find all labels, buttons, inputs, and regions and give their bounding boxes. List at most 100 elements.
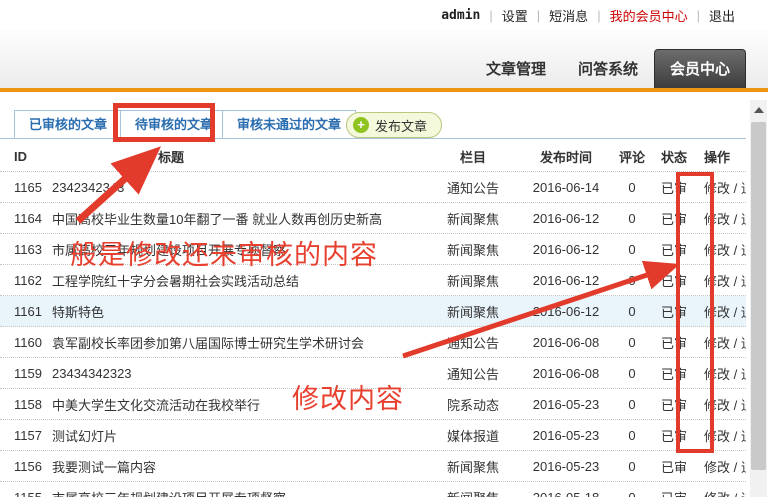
- table-row: 1165 2342342343 通知公告 2016-06-14 0 已审 修改 …: [0, 172, 746, 203]
- article-comments: 0: [614, 459, 650, 474]
- article-status: 已审: [650, 457, 698, 476]
- ops-separator: /: [730, 274, 741, 289]
- article-category: 通知公告: [428, 333, 518, 352]
- append-link[interactable]: 追加: [741, 336, 746, 351]
- article-category: 新闻聚焦: [428, 488, 518, 497]
- scroll-up-button[interactable]: [750, 100, 767, 120]
- append-link[interactable]: 追加: [741, 274, 746, 289]
- site-header: 文章管理问答系统会员中心: [0, 30, 768, 92]
- article-category: 新闻聚焦: [428, 457, 518, 476]
- account-bar-link[interactable]: 设置: [493, 6, 537, 25]
- col-header-ops: 操作: [698, 147, 746, 166]
- append-link[interactable]: 追加: [741, 367, 746, 382]
- col-header-comments: 评论: [614, 147, 650, 166]
- article-id: 1165: [0, 180, 48, 195]
- annotation-note-pending: 般是修改还未审核的内容: [70, 233, 378, 272]
- nav-item[interactable]: 会员中心: [654, 49, 746, 88]
- article-category: 新闻聚焦: [428, 209, 518, 228]
- ops-separator: /: [730, 367, 741, 382]
- table-row: 1157 测试幻灯片 媒体报道 2016-05-23 0 已审 修改 / 追加: [0, 420, 746, 451]
- ops-separator: /: [730, 460, 741, 475]
- article-title[interactable]: 中国高校毕业生数量10年翻了一番 就业人数再创历史新高: [48, 209, 428, 228]
- article-date: 2016-06-12: [518, 273, 614, 288]
- scrollbar-thumb[interactable]: [751, 122, 766, 470]
- nav-item[interactable]: 文章管理: [470, 50, 562, 88]
- table-row: 1155 市属高校三年规划建设项目开展专项督察 新闻聚焦 2016-05-18 …: [0, 482, 746, 497]
- vertical-scrollbar[interactable]: [750, 100, 767, 497]
- article-comments: 0: [614, 428, 650, 443]
- article-id: 1160: [0, 335, 48, 350]
- article-id: 1158: [0, 397, 48, 412]
- article-date: 2016-06-14: [518, 180, 614, 195]
- article-title[interactable]: 测试幻灯片: [48, 426, 428, 445]
- nav-item[interactable]: 问答系统: [562, 50, 654, 88]
- edit-link[interactable]: 修改: [704, 491, 730, 497]
- append-link[interactable]: 追加: [741, 212, 746, 227]
- article-comments: 0: [614, 211, 650, 226]
- ops-separator: /: [730, 491, 741, 497]
- account-bar-link[interactable]: 退出: [700, 6, 744, 25]
- annotation-box-pending-tab: [113, 103, 215, 142]
- article-comments: 0: [614, 180, 650, 195]
- article-date: 2016-05-23: [518, 428, 614, 443]
- tab-rejected-articles[interactable]: 审核未通过的文章: [222, 110, 356, 139]
- ops-separator: /: [730, 181, 741, 196]
- article-id: 1162: [0, 273, 48, 288]
- article-title[interactable]: 特斯特色: [48, 302, 428, 321]
- article-comments: 0: [614, 304, 650, 319]
- article-ops: 修改 / 追加: [698, 488, 746, 497]
- article-category: 通知公告: [428, 364, 518, 383]
- account-bar-link[interactable]: 短消息: [540, 6, 597, 25]
- article-id: 1159: [0, 366, 48, 381]
- article-id: 1156: [0, 459, 48, 474]
- article-title[interactable]: 工程学院红十字分会暑期社会实践活动总结: [48, 271, 428, 290]
- member-center-page: admin|设置|短消息|我的会员中心|退出 文章管理问答系统会员中心 已审核的…: [0, 0, 768, 497]
- col-header-status: 状态: [650, 147, 698, 166]
- append-link[interactable]: 追加: [741, 398, 746, 413]
- edit-link[interactable]: 修改: [704, 460, 730, 475]
- account-bar-link[interactable]: admin: [432, 8, 489, 23]
- append-link[interactable]: 追加: [741, 243, 746, 258]
- append-link[interactable]: 追加: [741, 429, 746, 444]
- account-bar: admin|设置|短消息|我的会员中心|退出: [0, 0, 768, 30]
- article-date: 2016-06-12: [518, 211, 614, 226]
- article-title[interactable]: 我要测试一篇内容: [48, 457, 428, 476]
- article-id: 1155: [0, 490, 48, 497]
- article-category: 院系动态: [428, 395, 518, 414]
- tab-reviewed-articles[interactable]: 已审核的文章: [14, 110, 122, 139]
- article-date: 2016-06-08: [518, 366, 614, 381]
- append-link[interactable]: 追加: [741, 460, 746, 475]
- append-link[interactable]: 追加: [741, 305, 746, 320]
- publish-article-label: 发布文章: [375, 116, 427, 135]
- article-comments: 0: [614, 397, 650, 412]
- article-id: 1157: [0, 428, 48, 443]
- article-id: 1164: [0, 211, 48, 226]
- article-id: 1163: [0, 242, 48, 257]
- article-title[interactable]: 2342342343: [48, 180, 428, 195]
- article-title[interactable]: 市属高校三年规划建设项目开展专项督察: [48, 488, 428, 497]
- ops-separator: /: [730, 212, 741, 227]
- article-category: 新闻聚焦: [428, 271, 518, 290]
- append-link[interactable]: 追加: [741, 491, 746, 497]
- article-date: 2016-05-23: [518, 459, 614, 474]
- article-table: ID 标题 栏目 发布时间 评论 状态 操作 1165 2342342343 通…: [0, 142, 746, 497]
- chevron-up-icon: [754, 107, 764, 113]
- article-date: 2016-05-23: [518, 397, 614, 412]
- publish-article-button[interactable]: + 发布文章: [346, 112, 442, 138]
- article-category: 新闻聚焦: [428, 240, 518, 259]
- ops-separator: /: [730, 243, 741, 258]
- article-tabs: 已审核的文章 待审核的文章 审核未通过的文章 + 发布文章: [0, 108, 746, 139]
- article-category: 新闻聚焦: [428, 302, 518, 321]
- article-comments: 0: [614, 366, 650, 381]
- annotation-box-edit-column: [676, 172, 714, 453]
- col-header-id: ID: [0, 149, 48, 164]
- article-comments: 0: [614, 273, 650, 288]
- article-category: 通知公告: [428, 178, 518, 197]
- ops-separator: /: [730, 336, 741, 351]
- ops-separator: /: [730, 305, 741, 320]
- article-comments: 0: [614, 335, 650, 350]
- article-title[interactable]: 袁军副校长率团参加第八届国际博士研究生学术研讨会: [48, 333, 428, 352]
- account-bar-link[interactable]: 我的会员中心: [601, 6, 697, 25]
- append-link[interactable]: 追加: [741, 181, 746, 196]
- article-date: 2016-05-18: [518, 490, 614, 497]
